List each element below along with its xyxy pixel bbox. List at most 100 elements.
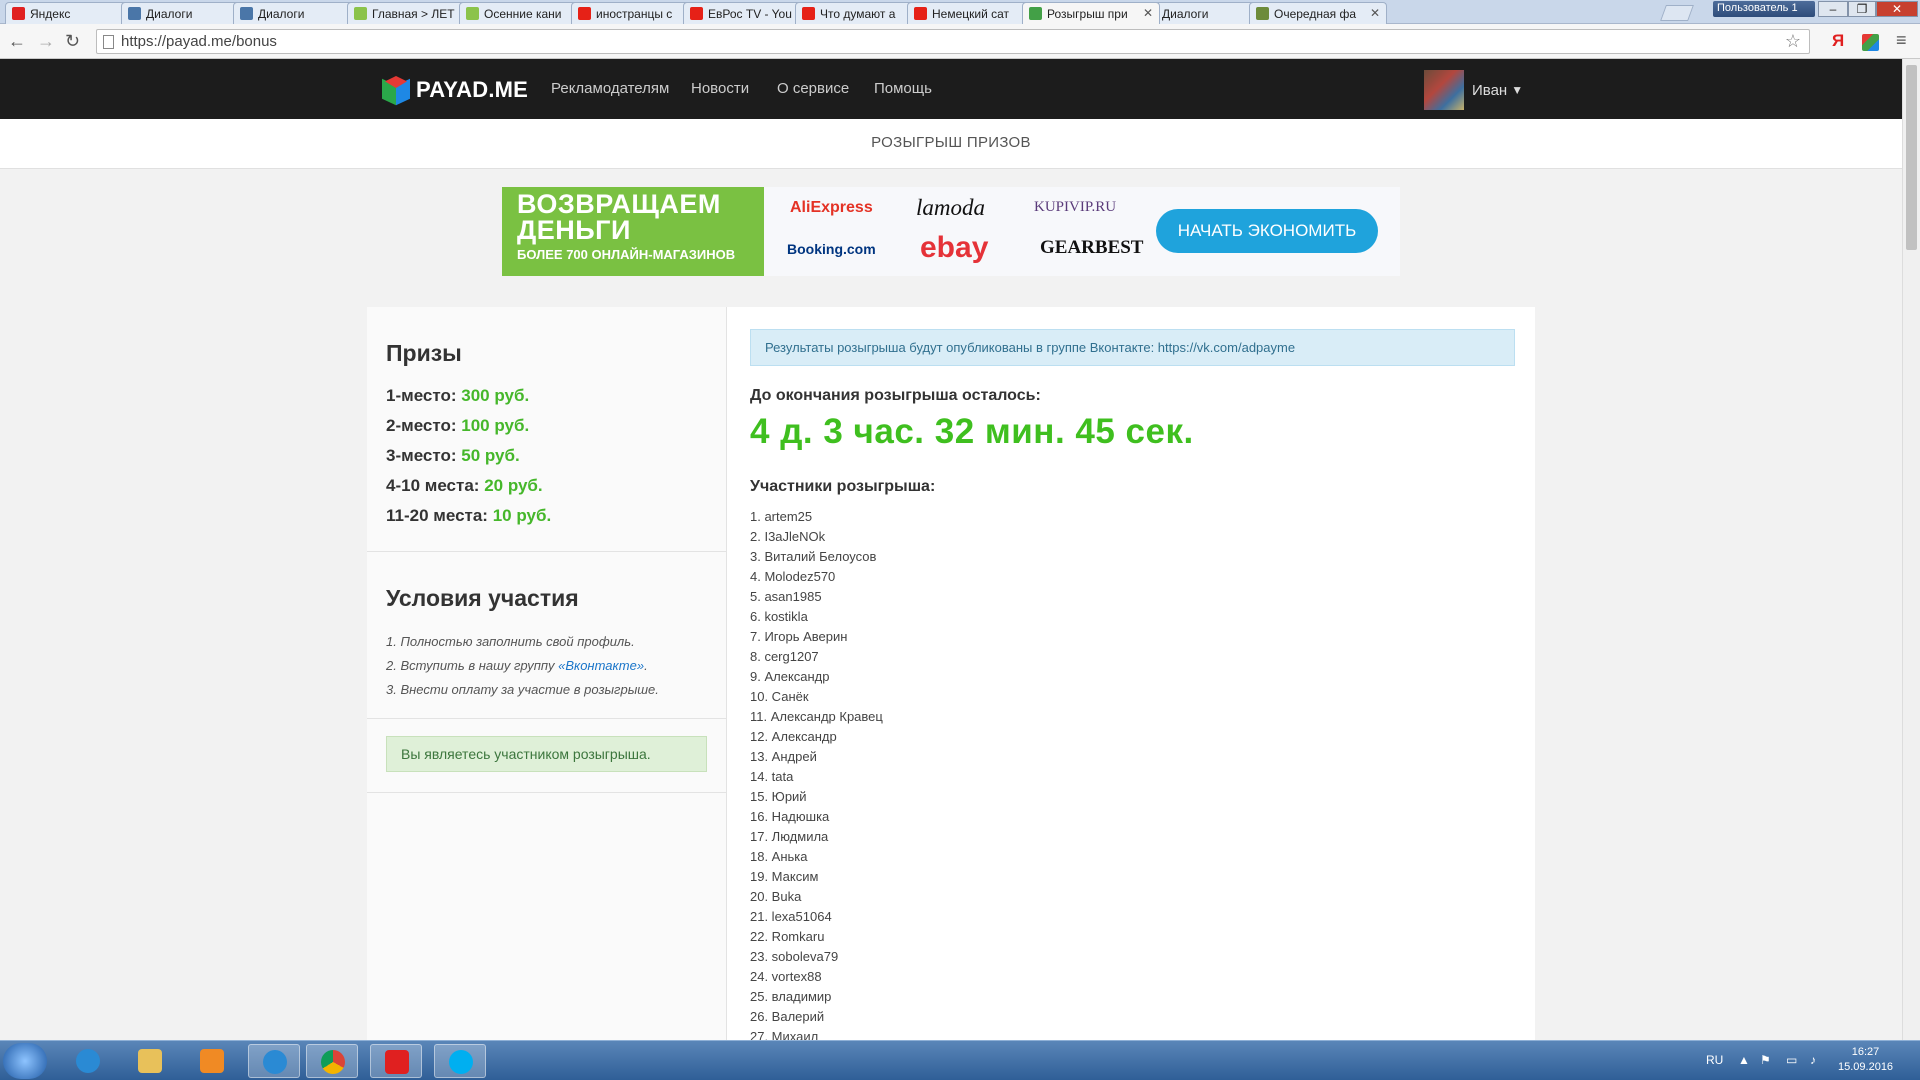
vk-group-link[interactable]: «Вконтакте» <box>558 658 644 673</box>
countdown-timer: 4 д. 3 час. 32 мин. 45 сек. <box>750 412 1194 451</box>
prize-amount: 50 руб. <box>461 446 520 465</box>
taskbar-explorer-icon[interactable] <box>124 1044 176 1078</box>
back-icon[interactable]: ← <box>8 31 26 52</box>
cashback-banner[interactable]: ВОЗВРАЩАЕМ ДЕНЬГИ БОЛЕЕ 700 ОНЛАЙН-МАГАЗ… <box>502 187 1400 276</box>
participant-item: 21. lexa51064 <box>750 909 832 924</box>
chevron-down-icon: ▼ <box>1511 83 1524 97</box>
user-menu[interactable]: Иван ▼ <box>1424 70 1523 110</box>
prize-place: 2-место: <box>386 416 457 435</box>
sidebar: Призы 1-место: 300 руб. 2-место: 100 руб.… <box>367 307 727 1040</box>
browser-tab[interactable]: Очередная фа ✕ <box>1249 2 1387 24</box>
browser-menu-icon[interactable]: ≡ <box>1896 30 1907 51</box>
address-bar[interactable]: https://payad.me/bonus ☆ <box>96 29 1810 54</box>
tab-title: Главная > ЛЕТ <box>372 7 455 21</box>
prize-amount: 300 руб. <box>461 386 530 405</box>
nav-advertisers[interactable]: Рекламодателям <box>551 80 669 97</box>
brand-aliexpress: AliExpress <box>790 199 873 216</box>
site-logo[interactable]: PAYAD.ME <box>382 76 528 106</box>
participant-item: 9. Александр <box>750 669 830 684</box>
nav-news[interactable]: Новости <box>691 80 749 97</box>
language-indicator[interactable]: RU <box>1706 1053 1723 1067</box>
browser-tab[interactable]: Розыгрыш при ✕ <box>1022 2 1160 24</box>
site-navbar: PAYAD.ME Рекламодателям Новости О сервис… <box>0 59 1902 119</box>
participant-item: 4. Molodez570 <box>750 569 836 584</box>
browser-tabstrip: Пользователь 1 ‒ ❐ ✕ Яндекс ✕ Диалоги ✕ Диал… <box>0 0 1920 24</box>
volume-icon[interactable]: ♪ <box>1810 1053 1816 1067</box>
brand-lamoda: lamoda <box>916 195 985 220</box>
participant-item: 27. Михаил <box>750 1029 819 1040</box>
reload-icon[interactable]: ↻ <box>65 31 80 52</box>
browser-toolbar: ← → ↻ https://payad.me/bonus ☆ <box>0 24 1920 59</box>
new-tab-button[interactable] <box>1660 5 1694 21</box>
tab-title: Розыгрыш при <box>1047 7 1128 21</box>
participant-item: 17. Людмила <box>750 829 829 844</box>
participant-item: 5. asan1985 <box>750 589 822 604</box>
tab-title: Что думают а <box>820 7 896 21</box>
participant-item: 22. Romkaru <box>750 929 825 944</box>
nav-help[interactable]: Помощь <box>874 80 932 97</box>
taskbar-clock[interactable]: 16:27 15.09.2016 <box>1838 1045 1893 1075</box>
browser-user-chip[interactable]: Пользователь 1 <box>1713 1 1815 17</box>
tab-title: Диалоги <box>146 7 193 21</box>
action-center-flag-icon[interactable]: ⚑ <box>1760 1053 1771 1067</box>
prize-row: 2-место: 100 руб. <box>386 411 707 441</box>
participant-item: 16. Надюшка <box>750 809 830 824</box>
condition-3: 3. Внести оплату за участие в розыгрыше. <box>386 682 659 697</box>
page-icon <box>103 35 114 49</box>
prize-row: 4-10 места: 20 руб. <box>386 471 707 501</box>
condition-2-text: 2. Вступить в нашу группу <box>386 658 559 673</box>
participant-item: 12. Александр <box>750 729 837 744</box>
start-button[interactable] <box>3 1043 47 1079</box>
prize-amount: 100 руб. <box>461 416 530 435</box>
logo-cube-icon <box>382 76 410 106</box>
tab-favicon-icon <box>12 7 25 20</box>
windows-taskbar: RU ▲ ⚑ ▭ ♪ 16:27 15.09.2016 <box>0 1040 1920 1080</box>
tray-expand-icon[interactable]: ▲ <box>1738 1053 1750 1067</box>
prize-place: 11-20 места: <box>386 506 488 525</box>
taskbar-chrome-icon[interactable] <box>306 1044 358 1078</box>
clock-time: 16:27 <box>1851 1046 1880 1058</box>
tab-favicon-icon <box>1029 7 1042 20</box>
page-title: РОЗЫГРЫШ ПРИЗОВ <box>0 119 1902 169</box>
prize-amount: 10 руб. <box>492 506 552 525</box>
scrollbar-thumb[interactable] <box>1906 65 1917 250</box>
nav-about[interactable]: О сервисе <box>777 80 849 97</box>
brand-kupivip: KUPIVIP.RU <box>1034 199 1117 215</box>
participant-item: 2. I3aJleNOk <box>750 529 826 544</box>
address-url: https://payad.me/bonus <box>121 33 277 50</box>
participant-item: 23. soboleva79 <box>750 949 839 964</box>
participant-item: 14. tata <box>750 769 794 784</box>
forward-icon[interactable]: → <box>37 31 55 52</box>
participant-item: 10. Санёк <box>750 689 809 704</box>
participant-item: 15. Юрий <box>750 789 807 804</box>
minimize-button[interactable]: ‒ <box>1818 1 1848 17</box>
taskbar-ie-icon[interactable] <box>62 1044 114 1078</box>
window-close-button[interactable]: ✕ <box>1876 1 1918 17</box>
status-section: Вы являетесь участником розыгрыша. <box>367 719 726 793</box>
start-saving-button[interactable]: НАЧАТЬ ЭКОНОМИТЬ <box>1156 209 1378 253</box>
clock-date: 15.09.2016 <box>1838 1061 1894 1073</box>
tab-favicon-icon <box>802 7 815 20</box>
prizes-title: Призы <box>386 340 462 366</box>
payad-extension-icon[interactable] <box>1862 34 1879 51</box>
prize-row: 3-место: 50 руб. <box>386 441 707 471</box>
tab-favicon-icon <box>1256 7 1269 20</box>
participant-item: 13. Андрей <box>750 749 817 764</box>
tab-favicon-icon <box>578 7 591 20</box>
tab-close-icon[interactable]: ✕ <box>1143 6 1153 20</box>
page-scrollbar[interactable] <box>1902 59 1920 1040</box>
tab-close-icon[interactable]: ✕ <box>1370 6 1380 20</box>
taskbar-ie-window-icon[interactable] <box>248 1044 300 1078</box>
taskbar-media-icon[interactable] <box>186 1044 238 1078</box>
tab-title: Яндекс <box>30 7 71 21</box>
taskbar-skype-icon[interactable] <box>434 1044 486 1078</box>
network-icon[interactable]: ▭ <box>1786 1053 1797 1067</box>
taskbar-yandex-icon[interactable] <box>370 1044 422 1078</box>
participant-item: 6. kostikla <box>750 609 808 624</box>
maximize-button[interactable]: ❐ <box>1848 1 1876 17</box>
participant-item: 7. Игорь Аверин <box>750 629 848 644</box>
yandex-extension-icon[interactable]: Я <box>1832 31 1844 51</box>
bookmark-star-icon[interactable]: ☆ <box>1785 31 1801 52</box>
tab-title: иностранцы с <box>596 7 673 21</box>
results-info-alert: Результаты розыгрыша будут опубликованы … <box>750 329 1515 366</box>
